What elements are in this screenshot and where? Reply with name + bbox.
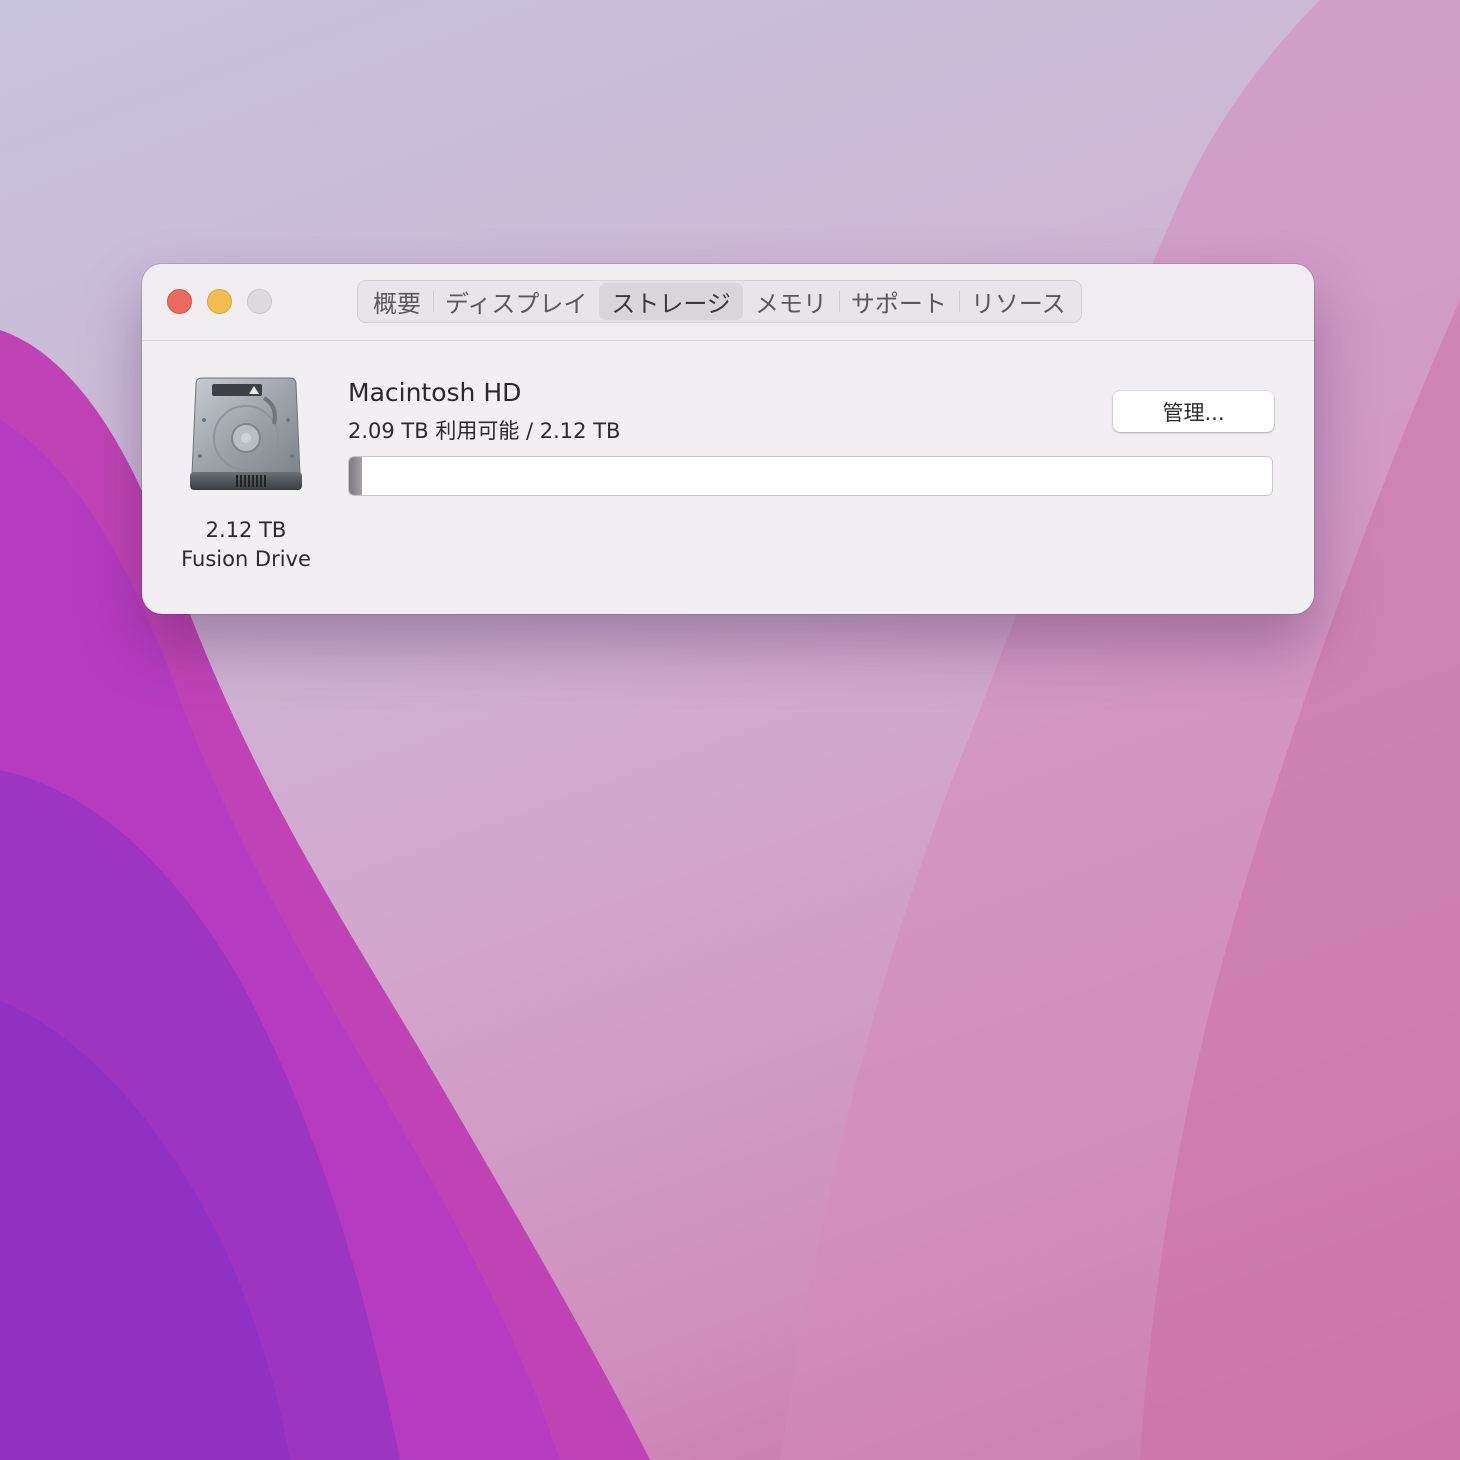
- volume-usage: 2.09 TB 利用可能 / 2.12 TB: [348, 419, 621, 443]
- about-this-mac-window: 概要 ディスプレイ ストレージ メモリ サポート リソース 2.12 TB Fu…: [142, 264, 1314, 614]
- manage-button[interactable]: 管理...: [1113, 391, 1274, 432]
- hard-drive-icon: [186, 376, 306, 500]
- close-button[interactable]: [167, 289, 192, 314]
- tab-bar: 概要 ディスプレイ ストレージ メモリ サポート リソース: [357, 280, 1082, 323]
- title-bar: 概要 ディスプレイ ストレージ メモリ サポート リソース: [142, 264, 1314, 341]
- drive-type: Fusion Drive: [181, 547, 311, 571]
- storage-used-segment: [349, 457, 362, 495]
- drive-capacity: 2.12 TB: [205, 518, 287, 542]
- tab-overview[interactable]: 概要: [361, 283, 433, 320]
- tab-support[interactable]: サポート: [838, 283, 959, 320]
- minimize-button[interactable]: [207, 289, 232, 314]
- tab-storage[interactable]: ストレージ: [599, 283, 743, 320]
- tab-resources[interactable]: リソース: [958, 283, 1078, 320]
- zoom-button[interactable]: [247, 289, 272, 314]
- tab-displays[interactable]: ディスプレイ: [433, 283, 599, 320]
- desktop-wallpaper: 概要 ディスプレイ ストレージ メモリ サポート リソース 2.12 TB Fu…: [0, 0, 1460, 1460]
- tab-memory[interactable]: メモリ: [743, 283, 839, 320]
- volume-name: Macintosh HD: [348, 378, 522, 407]
- storage-usage-bar: [348, 456, 1273, 496]
- wallpaper-shapes: [0, 0, 1460, 1460]
